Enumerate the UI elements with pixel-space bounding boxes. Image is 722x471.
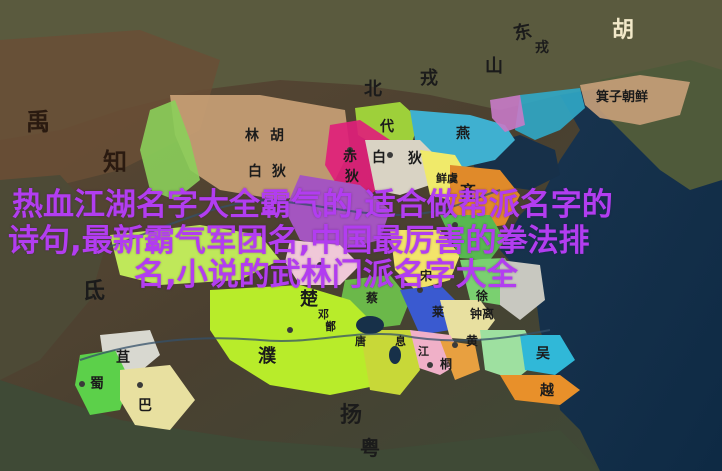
label-yu: 禹: [26, 107, 50, 136]
label-bai: 白: [248, 163, 262, 180]
label-ju: 苴: [116, 349, 130, 366]
label-tong: 桐: [440, 356, 452, 371]
label-ba: 巴: [138, 398, 152, 414]
label-qiyu-chaoxian: 箕子朝鲜: [596, 89, 648, 105]
label-deng: 邓: [318, 308, 329, 321]
label-yue2: 粤: [360, 436, 380, 460]
label-lin: 林: [245, 127, 259, 144]
label-xianyu: 鲜虞: [436, 171, 459, 185]
label-hu2: 胡: [270, 127, 284, 144]
label-jiang: 江: [418, 344, 429, 358]
label-zhongli: 钟离: [470, 306, 494, 321]
label-pu: 濮: [258, 345, 277, 367]
label-di2: 狄: [344, 168, 359, 185]
label-yan: 燕: [456, 125, 470, 142]
label-shu: 蜀: [90, 376, 104, 392]
label-hu: 胡: [612, 17, 634, 43]
label-bai2: 白: [372, 149, 386, 166]
lake-poyang: [389, 346, 401, 364]
label-dai: 代: [379, 118, 394, 135]
headline-line-1: 热血江湖名字大全霸气的,适合做帮派名字的: [12, 187, 613, 223]
label-bei: 北: [364, 79, 382, 100]
label-huang: 黄: [466, 333, 478, 348]
label-di: 狄: [271, 163, 286, 180]
label-di4: 氐: [83, 278, 105, 304]
label-yue: 越: [539, 382, 555, 399]
label-zhi: 知: [103, 147, 127, 176]
label-rong2: 戎: [420, 67, 438, 89]
map-view: 东 胡 箕子朝鲜 戎 山 北 戎 禹 知 林 胡 白 狄 代 燕 赤 白 狄 鲜…: [0, 0, 722, 471]
label-di3: 狄: [407, 150, 422, 167]
label-shan: 山: [485, 56, 503, 77]
label-rong: 戎: [535, 39, 549, 56]
label-chi: 赤: [343, 149, 357, 165]
label-tang: 唐: [355, 334, 366, 348]
label-wu: 吴: [536, 346, 551, 362]
label-yang: 扬: [340, 402, 362, 428]
headline-line-2: 诗句,最新霸气军团名,中国最厉害的拳法排: [8, 223, 590, 259]
label-xi: 息: [395, 334, 406, 348]
label-zeng: 鄫: [325, 319, 336, 333]
label-lai: 莱: [432, 304, 444, 319]
headline-line-3: 名,小说的武林门派名字大全: [134, 257, 518, 293]
lake-dongting: [356, 316, 384, 334]
